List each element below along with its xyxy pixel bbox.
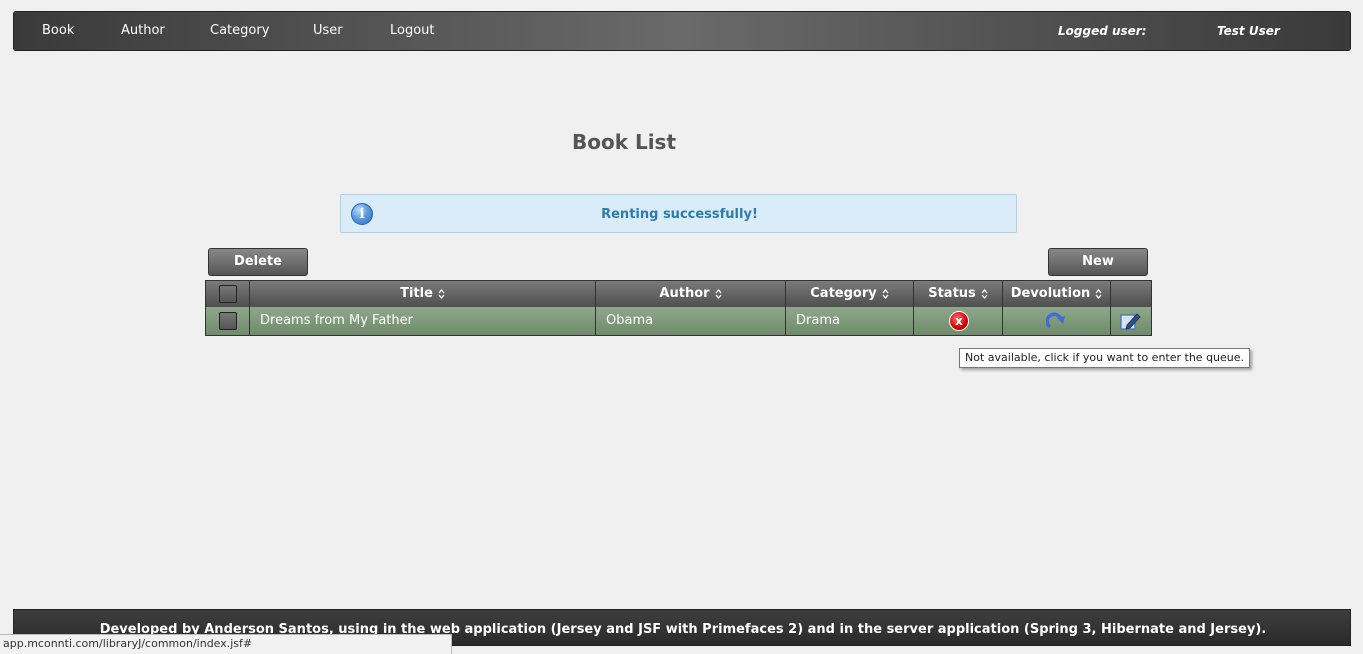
table-header-row: Title Author Category Status Devolution [206,281,1151,307]
row-edit [1111,307,1151,335]
logged-user-name: Test User [1217,24,1280,38]
header-author-label: Author [659,286,710,301]
delete-button[interactable]: Delete [208,248,308,276]
row-category: Drama [786,307,914,335]
nav-author[interactable]: Author [121,12,165,50]
top-menubar: Book Author Category User Logout Logged … [13,11,1351,51]
header-title-label: Title [400,286,433,301]
new-button[interactable]: New [1048,248,1148,276]
select-all-cell [206,281,250,307]
header-status-label: Status [928,286,976,301]
header-author[interactable]: Author [596,281,786,307]
table-row[interactable]: Dreams from My Father Obama Drama x [206,307,1151,335]
browser-status-bar: app.mconnti.com/libraryJ/common/index.js… [0,634,452,654]
row-checkbox[interactable] [219,312,237,330]
select-all-checkbox[interactable] [219,285,237,303]
sort-icon [715,288,722,299]
info-message-text: Renting successfully! [601,207,758,222]
header-devolution[interactable]: Devolution [1003,281,1111,307]
sort-icon [438,288,445,299]
header-devolution-label: Devolution [1010,286,1091,301]
logged-user-label: Logged user: [1058,24,1147,38]
row-devolution [1003,307,1111,335]
sort-icon [882,288,889,299]
status-tooltip: Not available, click if you want to ente… [959,348,1251,368]
header-actions [1111,281,1151,307]
sort-icon [1095,288,1102,299]
row-select-cell [206,307,250,335]
row-author: Obama [596,307,786,335]
header-category[interactable]: Category [786,281,914,307]
book-table: Title Author Category Status Devolution … [205,280,1152,336]
row-title: Dreams from My Father [250,307,596,335]
nav-category[interactable]: Category [210,12,269,50]
redo-arrow-icon[interactable] [1046,311,1068,331]
header-title[interactable]: Title [250,281,596,307]
row-status: x [914,307,1003,335]
nav-book[interactable]: Book [42,12,74,50]
header-status[interactable]: Status [914,281,1003,307]
edit-pencil-icon[interactable] [1120,311,1142,331]
info-message: Renting successfully! i [340,194,1017,233]
nav-user[interactable]: User [313,12,343,50]
page-title: Book List [571,130,677,154]
header-category-label: Category [810,286,877,301]
info-icon: i [351,203,373,225]
unavailable-x-icon[interactable]: x [949,311,969,331]
nav-logout[interactable]: Logout [390,12,435,50]
sort-icon [981,288,988,299]
